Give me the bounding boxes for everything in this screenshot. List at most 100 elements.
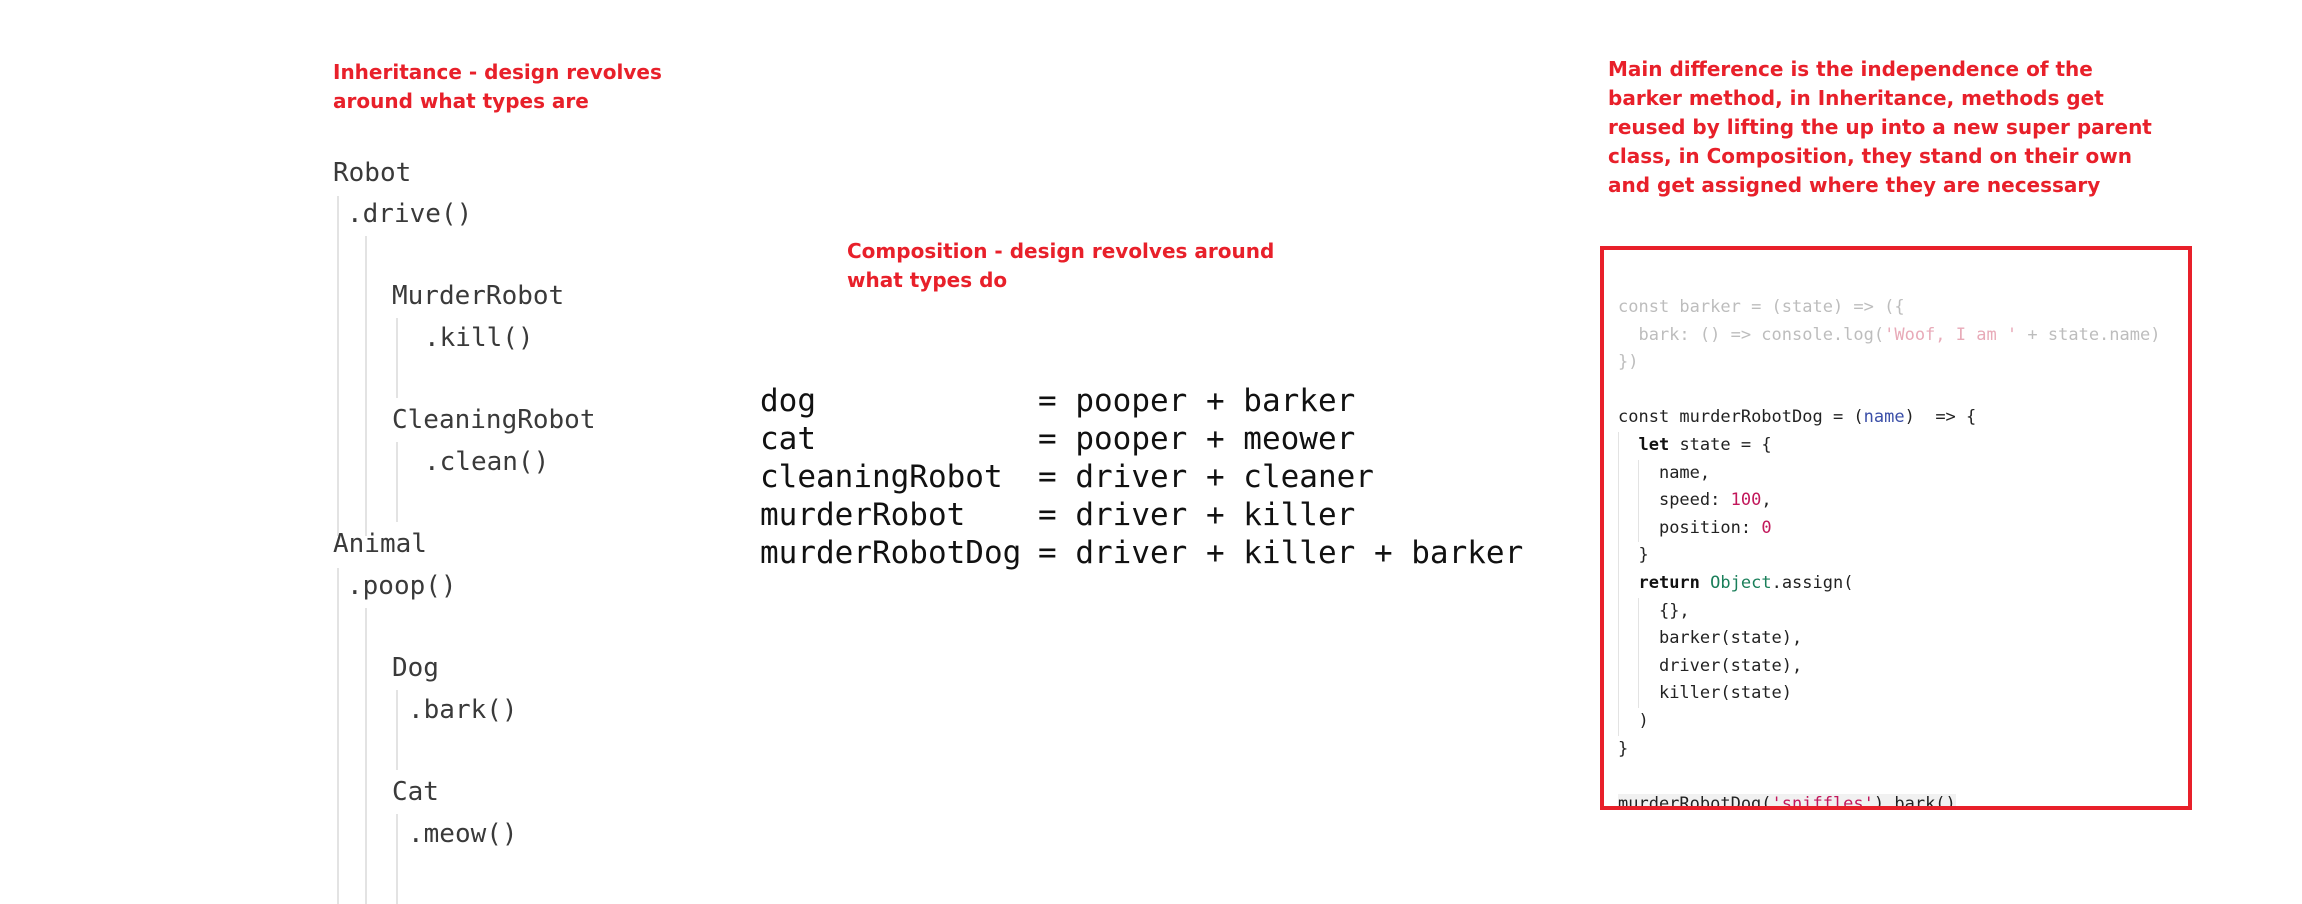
cat-meow-method: .meow(): [408, 819, 518, 849]
code-text: ).bark(): [1873, 793, 1956, 810]
code-line: name,: [1618, 459, 2160, 488]
robot-class-label: Robot: [333, 158, 412, 188]
code-call-expression: murderRobotDog('sniffles').bark(): [1618, 793, 1956, 810]
cat-guide-line: [396, 814, 398, 904]
code-snippet-box: const barker = (state) => ({ bark: () =>…: [1600, 246, 2192, 810]
code-text: state = {: [1669, 434, 1772, 455]
code-text: ): [1638, 710, 1649, 731]
code-text: }): [1618, 352, 1639, 373]
indent-guide: [1618, 514, 1619, 543]
composition-row: murderRobot = driver + killer: [760, 496, 1523, 534]
robot-method-guide-line: [365, 236, 367, 536]
murder-robot-kill-method: .kill(): [424, 323, 534, 353]
composition-row: cleaningRobot = driver + cleaner: [760, 458, 1523, 496]
code-string: 'sniffles': [1771, 793, 1874, 810]
code-text: ,: [1761, 490, 1772, 511]
cleaning-robot-guide-line: [396, 442, 398, 522]
indent-guide: [1618, 707, 1619, 736]
indent-guide: [1618, 459, 1619, 488]
code-parameter: name: [1863, 407, 1905, 428]
composition-type-name: murderRobotDog: [760, 535, 1022, 571]
code-text: .assign(: [1771, 572, 1854, 593]
indent-guide: [1638, 487, 1639, 515]
indent-guide: [1638, 652, 1639, 681]
code-class-name: Object: [1710, 572, 1772, 593]
code-number: 0: [1761, 517, 1772, 538]
indent-guide: [1618, 597, 1619, 626]
code-text: barker(state),: [1658, 628, 1803, 649]
dog-bark-method: .bark(): [408, 695, 518, 725]
composition-note: Composition - design revolves around wha…: [847, 239, 1275, 292]
code-keyword: let: [1638, 434, 1670, 455]
code-keyword: const: [1618, 297, 1670, 317]
code-text: + state.name): [2017, 324, 2161, 345]
indent-guide: [1638, 625, 1639, 653]
indent-guide: [1618, 652, 1619, 681]
cleaning-robot-clean-method: .clean(): [424, 447, 550, 477]
code-text: murderRobotDog(: [1618, 793, 1772, 810]
composition-formula: = pooper + barker: [1038, 383, 1356, 419]
code-keyword: return: [1638, 572, 1700, 593]
difference-note: Main difference is the independence of t…: [1608, 57, 2152, 197]
code-text: {},: [1658, 600, 1690, 621]
code-line: bark: () => console.log('Woof, I am ' + …: [1618, 322, 2160, 350]
code-line: const barker = (state) => ({: [1618, 294, 2160, 322]
animal-method-guide-line: [365, 608, 367, 904]
composition-type-name: cat: [760, 421, 816, 457]
code-line: {},: [1618, 597, 2160, 626]
robot-drive-method: .drive(): [347, 199, 473, 229]
code-line: return Object.assign(: [1618, 569, 2160, 598]
robot-guide-line: [337, 196, 339, 536]
code-text: ) => {: [1904, 407, 1977, 428]
composition-table: dog = pooper + barker cat = pooper + meowe…: [760, 382, 1523, 572]
indent-guide: [1618, 487, 1619, 515]
indent-guide: [1618, 569, 1619, 598]
composition-type-name: murderRobot: [760, 497, 966, 533]
indent-guide: [1638, 459, 1639, 488]
code-line: position: 0: [1618, 514, 2160, 543]
code-line: ): [1618, 707, 2160, 736]
code-snippet: const barker = (state) => ({ bark: () =>…: [1618, 294, 2160, 810]
code-text: }: [1638, 545, 1649, 566]
code-text: killer(state): [1658, 683, 1793, 704]
code-line: speed: 100,: [1618, 487, 2160, 515]
dog-guide-line: [396, 690, 398, 770]
code-text: name,: [1658, 462, 1711, 483]
animal-class-label: Animal: [333, 529, 427, 559]
indent-guide: [1638, 680, 1639, 708]
indent-guide: [1618, 542, 1619, 570]
code-text: }: [1618, 738, 1629, 759]
code-number: 100: [1730, 490, 1762, 511]
indent-guide: [1638, 597, 1639, 626]
composition-formula: = driver + killer + barker: [1038, 535, 1524, 571]
code-line: }: [1618, 736, 2160, 764]
code-line: barker(state),: [1618, 625, 2160, 653]
code-keyword: const: [1618, 407, 1670, 428]
code-text: position:: [1658, 517, 1762, 538]
composition-type-name: dog: [760, 383, 816, 419]
dog-class-label: Dog: [392, 653, 439, 683]
code-text: speed:: [1658, 490, 1731, 511]
composition-type-name: cleaningRobot: [760, 459, 1003, 495]
composition-formula: = driver + killer: [1038, 497, 1356, 533]
code-line: }: [1618, 542, 2160, 570]
animal-guide-line: [337, 568, 339, 904]
code-text: driver(state),: [1658, 655, 1803, 676]
code-line: }): [1618, 349, 2160, 377]
code-text: barker = (state) => ({: [1669, 297, 1905, 317]
inheritance-tree: Robot .drive() MurderRobot .kill() Clean…: [0, 0, 760, 904]
code-line: murderRobotDog('sniffles').bark(): [1618, 791, 2160, 810]
composition-row: murderRobotDog = driver + killer + barker: [760, 534, 1523, 572]
composition-formula: = driver + cleaner: [1038, 459, 1374, 495]
indent-guide: [1618, 431, 1619, 460]
code-string: 'Woof, I am ': [1884, 324, 2018, 345]
cat-class-label: Cat: [392, 777, 439, 807]
code-text: bark: () => console.log(: [1618, 324, 1885, 345]
code-text: murderRobotDog = (: [1669, 407, 1864, 428]
composition-row: cat = pooper + meower: [760, 420, 1523, 458]
code-line: killer(state): [1618, 680, 2160, 708]
indent-guide: [1638, 514, 1639, 543]
cleaning-robot-class-label: CleaningRobot: [392, 405, 596, 435]
